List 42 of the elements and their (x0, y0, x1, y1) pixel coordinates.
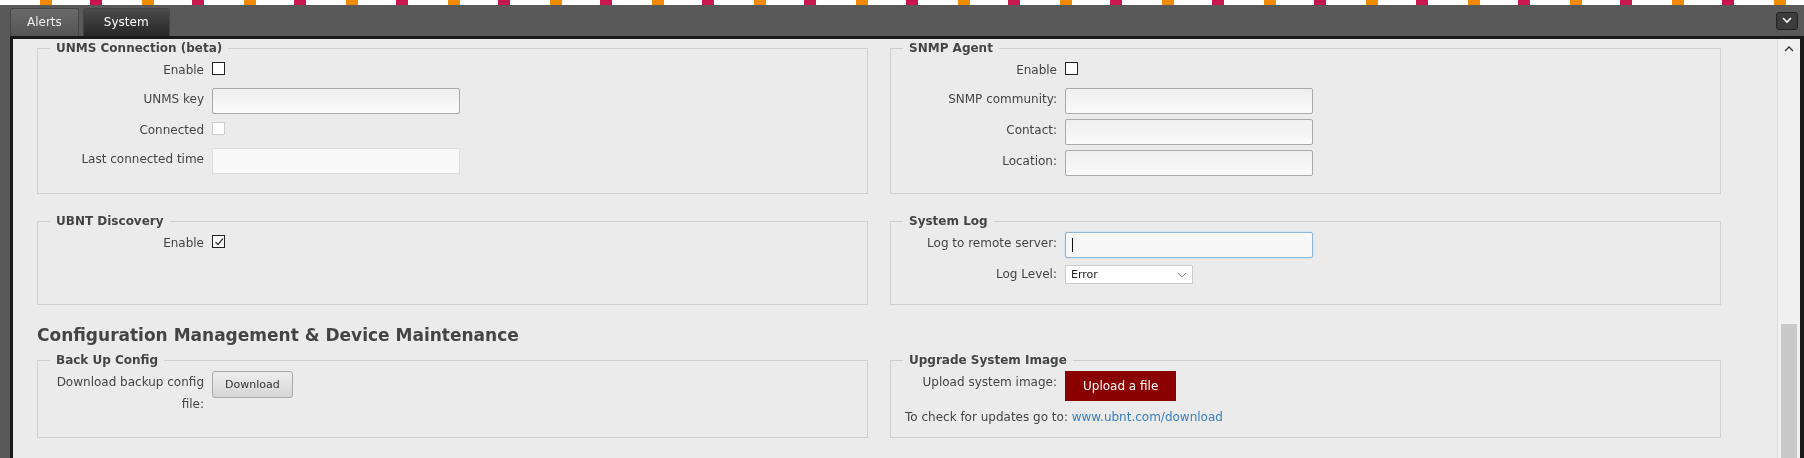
input-field[interactable] (1065, 150, 1313, 176)
dropdown[interactable]: Error (1065, 265, 1193, 284)
tab[interactable]: Alerts (10, 8, 79, 36)
download-link[interactable]: www.ubnt.com/download (1071, 410, 1223, 424)
input-field[interactable] (212, 88, 460, 114)
field-label: Last connected time (80, 151, 204, 168)
panel-title: Back Up Config (55, 353, 160, 367)
panel-title: System Log (908, 214, 989, 228)
update-note: To check for updates go to: www.ubnt.com/download (905, 410, 1223, 424)
field-label: Upload system image: (921, 374, 1057, 391)
collapse-button[interactable] (1776, 11, 1798, 30)
field-label: Enable (1015, 62, 1057, 79)
field-label: Log to remote server: (926, 235, 1057, 252)
field-label: Contact: (1005, 122, 1057, 139)
section-heading: Configuration Management & Device Maintenance (37, 325, 520, 345)
scrollbar-thumb[interactable] (1781, 324, 1797, 458)
field-label: SNMP community: (947, 91, 1057, 108)
chevron-down-icon (1177, 271, 1187, 278)
field-label: Connected (138, 122, 204, 139)
field-label: Location: (1001, 153, 1057, 170)
input-field[interactable] (1065, 232, 1313, 258)
field-label: Log Level: (995, 266, 1057, 283)
checkbox[interactable] (1065, 62, 1078, 75)
checkbox[interactable] (212, 235, 225, 248)
text-cursor (1072, 238, 1073, 252)
scroll-up-icon[interactable] (1784, 45, 1794, 52)
panel-title: UNMS Connection (beta) (55, 41, 224, 55)
panel-title: UBNT Discovery (55, 214, 165, 228)
chevron-down-icon (1782, 17, 1792, 24)
panel-title: Upgrade System Image (908, 353, 1068, 367)
field-label: Enable (162, 62, 204, 79)
upload-button[interactable]: Upload a file (1065, 371, 1177, 401)
checkbox[interactable] (212, 62, 225, 75)
download-button[interactable]: Download (212, 371, 293, 398)
tab[interactable]: System (82, 8, 170, 36)
input-field[interactable] (1065, 88, 1313, 114)
input-field[interactable] (1065, 119, 1313, 145)
scrollbar[interactable] (1777, 39, 1800, 458)
field-label: UNMS key (142, 91, 204, 108)
field-label: Enable (162, 235, 204, 252)
field-label: Download backup config file: (55, 374, 204, 413)
panel-title: SNMP Agent (908, 41, 994, 55)
